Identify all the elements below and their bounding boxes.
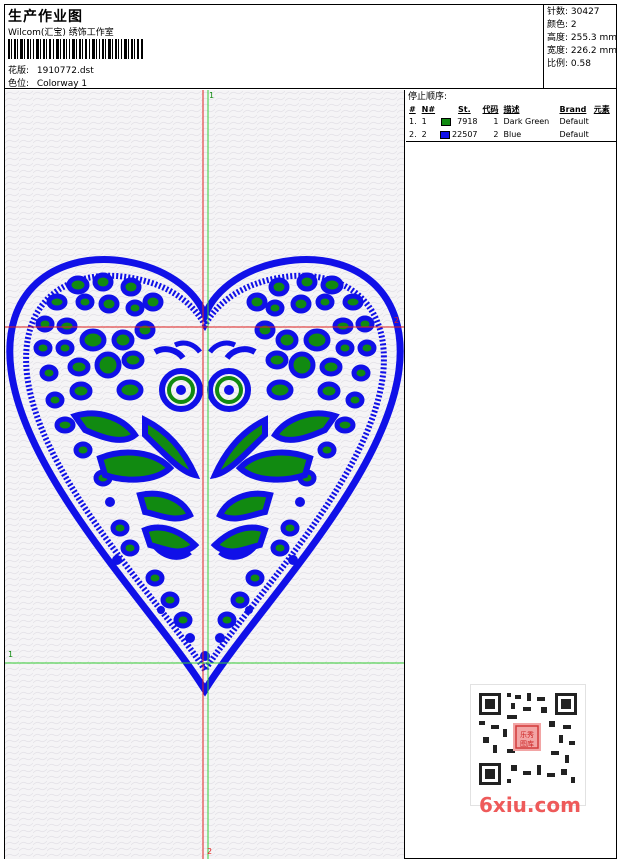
col-element: 元素 bbox=[593, 104, 610, 114]
company-name: Wilcom(汇宝) 绣饰工作室 bbox=[8, 28, 114, 38]
qr-code: 乐秀 图库 bbox=[470, 684, 586, 806]
row-index: 2. bbox=[409, 130, 417, 139]
row-code: 1 bbox=[493, 117, 499, 126]
design-width: 宽度: 226.2 mm bbox=[547, 46, 618, 56]
row-stitches: 22507 bbox=[438, 128, 480, 141]
stop-sequence-header: # N# St. 代码 描述 Brand 元素 bbox=[407, 103, 613, 115]
stitch-count: 针数: 30427 bbox=[547, 7, 600, 17]
row-needle: 2 bbox=[421, 130, 427, 139]
sheet-title: 生产作业图 bbox=[8, 9, 83, 25]
embroidery-heart bbox=[5, 90, 404, 859]
design-file-label: 花版: bbox=[8, 66, 30, 76]
design-file-value: 1910772.dst bbox=[36, 66, 94, 76]
color-swatch bbox=[440, 130, 451, 139]
col-brand: Brand bbox=[559, 104, 587, 114]
row-element bbox=[592, 128, 613, 141]
design-height: 高度: 255.3 mm bbox=[547, 33, 618, 43]
row-index: 1. bbox=[409, 117, 417, 126]
row-description: Blue bbox=[503, 130, 522, 139]
qr-seal-text-top: 乐秀 bbox=[520, 730, 534, 739]
colorway-label: 色位: bbox=[8, 79, 30, 89]
scale-ratio: 比例: 0.58 bbox=[547, 59, 591, 69]
col-stitches: St. bbox=[458, 104, 471, 114]
color-swatch bbox=[441, 117, 452, 126]
colorway-row: 色位: Colorway 1 bbox=[8, 76, 87, 89]
col-needle: N# bbox=[421, 104, 436, 114]
barcode bbox=[8, 39, 143, 59]
row-stitches: 7918 bbox=[438, 115, 480, 128]
col-index: # bbox=[409, 104, 416, 114]
design-stats: 针数: 30427 颜色: 2 高度: 255.3 mm 宽度: 226.2 m… bbox=[543, 5, 618, 89]
row-code: 2 bbox=[493, 130, 499, 139]
stop-sequence-caption: 停止顺序: bbox=[408, 92, 448, 102]
col-description: 描述 bbox=[503, 104, 520, 114]
table-row: 2. 2 22507 2 Blue Default bbox=[407, 128, 613, 141]
row-brand: Default bbox=[559, 130, 589, 139]
production-sheet: 生产作业图 Wilcom(汇宝) 绣饰工作室 花版: 1910772.dst 色… bbox=[4, 4, 617, 859]
row-description: Dark Green bbox=[503, 117, 550, 126]
color-count: 颜色: 2 bbox=[547, 20, 577, 30]
design-preview: 1 2 1 2 bbox=[5, 90, 405, 859]
guide-label-bottom: 2 bbox=[207, 847, 213, 856]
watermark: 6xiu.com bbox=[479, 793, 581, 817]
guide-label-top: 1 bbox=[209, 91, 215, 100]
qr-seal-text-bottom: 图库 bbox=[520, 739, 534, 748]
row-needle: 1 bbox=[421, 117, 427, 126]
design-file-row: 花版: 1910772.dst bbox=[8, 63, 94, 76]
col-code: 代码 bbox=[482, 104, 499, 114]
guide-label-left: 1 bbox=[8, 650, 14, 659]
stop-sequence-panel: 停止顺序: # N# St. 代码 描述 Brand 元素 1. 1 7918 … bbox=[406, 90, 616, 142]
sheet-header: 生产作业图 Wilcom(汇宝) 绣饰工作室 花版: 1910772.dst 色… bbox=[5, 5, 618, 89]
table-row: 1. 1 7918 1 Dark Green Default bbox=[407, 115, 613, 128]
guide-label-right: 2 bbox=[394, 316, 400, 325]
colorway-value: Colorway 1 bbox=[36, 79, 88, 89]
row-brand: Default bbox=[559, 117, 589, 126]
row-element bbox=[592, 115, 613, 128]
stop-sequence-table: # N# St. 代码 描述 Brand 元素 1. 1 7918 1 Dark… bbox=[407, 103, 613, 141]
